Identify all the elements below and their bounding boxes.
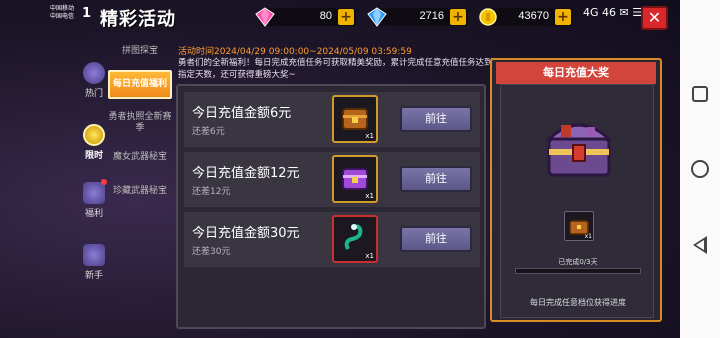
task-remaining: 还差12元 [192, 187, 231, 197]
home-icon[interactable] [691, 160, 709, 178]
rail-item-limited[interactable]: 限时 [78, 124, 110, 161]
rail-label-welfare: 福利 [84, 209, 103, 219]
progress-label: 已完成0/3天 [558, 258, 598, 266]
grand-chest-icon [545, 123, 613, 177]
subtab-witch-weapon[interactable]: 魔女武器秘宝 [108, 152, 172, 163]
task-title: 今日充值金额12元 [192, 166, 300, 181]
clock-icon [83, 124, 105, 146]
novice-icon [83, 244, 105, 266]
close-button[interactable]: ✕ [641, 6, 668, 30]
add-gem-button[interactable]: + [338, 9, 354, 25]
rail-item-welfare[interactable]: 福利 [78, 182, 110, 219]
go-button[interactable]: 前往 [400, 106, 472, 132]
add-gold-button[interactable]: + [555, 9, 571, 25]
event-description: 勇者们的全新福利！每日完成充值任务可获取精美奖励，累计完成任意充值任务达到指定天… [178, 58, 493, 80]
reward-item[interactable]: x1 [332, 95, 378, 143]
back-icon[interactable] [693, 236, 707, 254]
pink-gem-icon [255, 7, 275, 27]
subtab-license-season[interactable]: 勇者执照全新赛季 [108, 112, 172, 134]
prize-header: 每日充值大奖 [496, 62, 656, 84]
reward-item[interactable]: x1 [332, 155, 378, 203]
prize-reward-item[interactable]: x1 [564, 211, 594, 241]
grand-prize-panel: 每日充值大奖 x1 已完成0/3天 每日完成任意档位获得进度 [490, 58, 662, 322]
reward-count: x1 [365, 192, 374, 200]
rail-item-novice[interactable]: 新手 [78, 244, 110, 281]
task-remaining: 还差6元 [192, 127, 225, 137]
carrier-info: 中国移动 中国电信 [50, 5, 74, 21]
subtab-daily-recharge[interactable]: 每日充值福利 [108, 70, 172, 99]
gold-coin-icon [479, 8, 497, 26]
task-row: 今日充值金额12元 还差12元 x1 前往 [184, 152, 480, 207]
notification-dot [101, 179, 107, 185]
gem-currency: 80 + [255, 7, 356, 27]
go-button[interactable]: 前往 [400, 166, 472, 192]
carrier-2: 中国电信 [50, 13, 75, 20]
gift-icon [83, 182, 105, 204]
rail-label-limited: 限时 [84, 151, 103, 161]
task-row: 今日充值金额30元 还差30元 x1 前往 [184, 212, 480, 267]
gem-value: 80 [319, 10, 332, 22]
diamond-value: 2716 [419, 10, 444, 22]
rail-item-hot[interactable]: 热门 [78, 62, 110, 99]
prize-reward-count: x1 [584, 233, 592, 240]
task-list: 今日充值金额6元 还差6元 x1 前往 今日充值金额12元 还差12元 x1 前… [176, 84, 486, 329]
reward-count: x1 [365, 132, 374, 140]
task-title: 今日充值金额6元 [192, 106, 292, 121]
task-remaining: 还差30元 [192, 247, 231, 257]
event-time: 活动时间2024/04/29 09:00:00~2024/05/09 03:59… [178, 47, 412, 57]
task-title: 今日充值金额30元 [192, 226, 300, 241]
status-icons: 4G 46 ✉ ☰ [583, 6, 643, 19]
prize-note: 每日完成任意档位获得进度 [530, 298, 626, 307]
status-time: 1 [82, 6, 92, 21]
prize-content: x1 已完成0/3天 每日完成任意档位获得进度 [500, 84, 654, 318]
system-navbar [680, 0, 720, 338]
gold-value: 43670 [518, 10, 549, 22]
subtab-collect-weapon[interactable]: 珍藏武器秘宝 [108, 186, 172, 197]
task-row: 今日充值金额6元 还差6元 x1 前往 [184, 92, 480, 147]
go-button[interactable]: 前往 [400, 226, 472, 252]
rail-label-hot: 热门 [84, 89, 103, 99]
recents-icon[interactable] [692, 86, 708, 102]
reward-item[interactable]: x1 [332, 215, 378, 263]
reward-count: x1 [365, 252, 374, 260]
diamond-currency: 2716 + [367, 7, 468, 27]
page-title: 精彩活动 [100, 9, 176, 30]
blue-diamond-icon [367, 7, 387, 27]
progress-bar [515, 268, 641, 274]
carrier-1: 中国移动 [50, 5, 75, 12]
fire-icon [83, 62, 105, 84]
rail-label-novice: 新手 [84, 271, 103, 281]
subtab-puzzle[interactable]: 拼图探宝 [108, 46, 172, 57]
gold-currency: 43670 + [479, 8, 573, 26]
add-diamond-button[interactable]: + [450, 9, 466, 25]
